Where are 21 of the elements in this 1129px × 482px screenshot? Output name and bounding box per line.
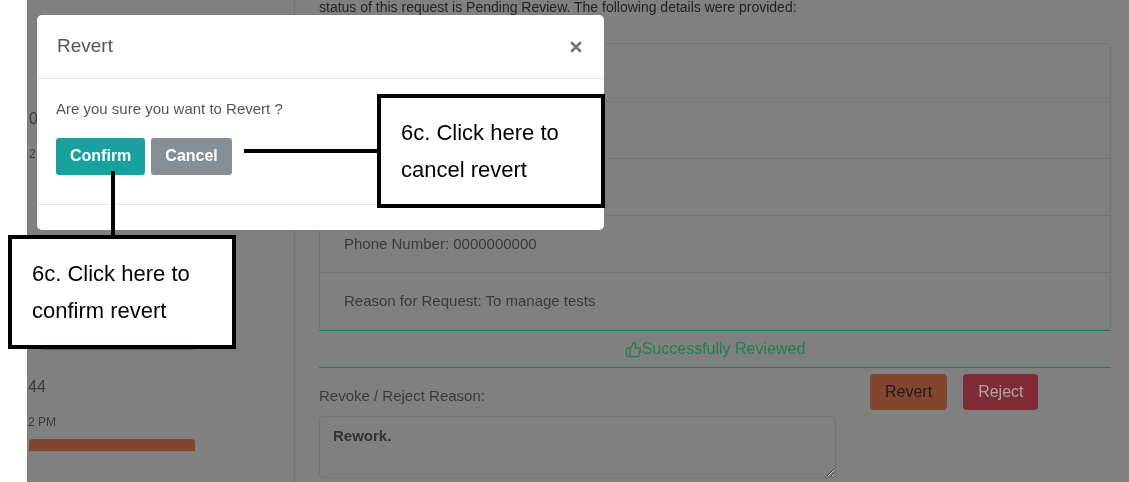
reject-button[interactable]: Reject	[963, 374, 1039, 410]
cancel-button[interactable]: Cancel	[151, 137, 232, 175]
thumbs-up-icon	[624, 340, 642, 358]
detail-text: Phone Number: 0000000000	[344, 233, 537, 254]
detail-text: Reason for Request: To manage tests	[344, 290, 596, 311]
dialog-message: Are you sure you want to Revert ?	[56, 99, 283, 119]
status-text: Successfully Reviewed	[641, 339, 806, 359]
dialog-title: Revert	[57, 34, 113, 59]
callout-text: cancel revert	[401, 156, 527, 184]
revert-button[interactable]: Revert	[870, 374, 948, 410]
callout-text: confirm revert	[32, 297, 167, 325]
reason-field[interactable]: Rework.	[319, 415, 836, 478]
reason-label: Revoke / Reject Reason:	[319, 386, 486, 406]
callout-text: 6c. Click here to	[401, 119, 559, 147]
sidebar-text: 44	[28, 377, 46, 397]
sidebar-text: 2 PM	[28, 414, 56, 431]
sidebar-text: 0	[29, 109, 38, 129]
confirm-button[interactable]: Confirm	[56, 137, 146, 175]
intro-text: status of this request is Pending Review. The following details were provided:	[319, 0, 798, 15]
callout-text: 6c. Click here to	[32, 260, 190, 288]
sidebar-text: 2	[29, 146, 36, 163]
